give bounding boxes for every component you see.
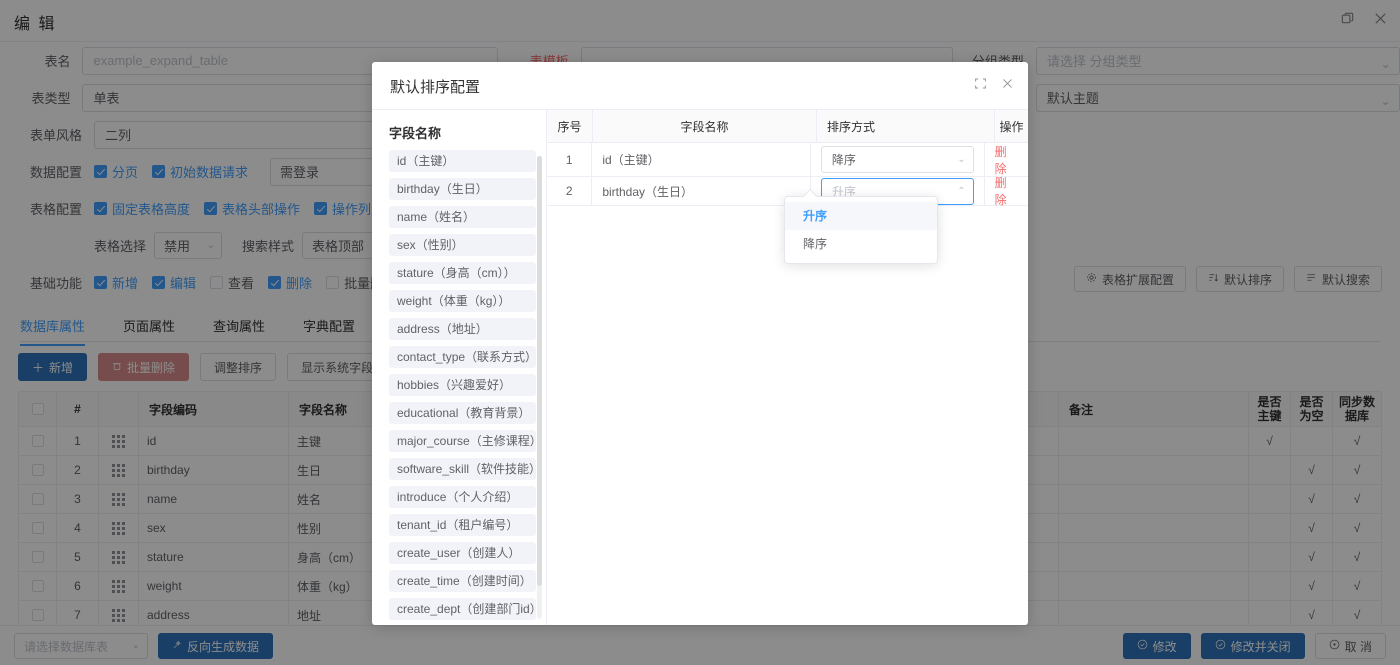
- delete-row-link-1[interactable]: 删除: [995, 143, 1018, 177]
- sort-row-field: id（主键）: [592, 143, 811, 176]
- field-list-item[interactable]: sex（性别）: [389, 234, 536, 256]
- field-list-item[interactable]: birthday（生日）: [389, 178, 536, 200]
- sort-header-field: 字段名称: [593, 110, 817, 142]
- field-list-item[interactable]: educational（教育背景）: [389, 402, 536, 424]
- dropdown-option-ascending[interactable]: 升序: [785, 202, 937, 230]
- delete-row-link-2[interactable]: 删除: [995, 174, 1018, 208]
- sort-table-header: 序号 字段名称 排序方式 操作: [547, 110, 1028, 143]
- sort-method-dropdown: 升序 降序: [784, 196, 938, 264]
- field-list-item[interactable]: weight（体重（kg））: [389, 290, 536, 312]
- field-list-item[interactable]: name（姓名）: [389, 206, 536, 228]
- field-list-item[interactable]: id（主键）: [389, 150, 536, 172]
- field-list[interactable]: id（主键） birthday（生日） name（姓名） sex（性别） stature…: [372, 150, 546, 625]
- dialog-body: 字段名称 id（主键）birthday（生日）name（姓名）sex（性别）st…: [372, 109, 1028, 625]
- scrollbar-thumb[interactable]: [537, 156, 542, 586]
- field-list-item[interactable]: introduce（个人介绍）: [389, 486, 536, 508]
- field-list-item[interactable]: stature（身高（cm））: [389, 262, 536, 284]
- field-list-item[interactable]: create_time（创建时间）: [389, 570, 536, 592]
- field-list-item[interactable]: software_skill（软件技能）: [389, 458, 536, 480]
- sort-row-action-cell: 删除: [985, 177, 1028, 205]
- sort-method-value: 降序: [832, 151, 856, 168]
- close-icon[interactable]: [1001, 77, 1014, 90]
- field-list-item[interactable]: tenant_id（租户编号）: [389, 514, 536, 536]
- field-name-panel-heading: 字段名称: [372, 110, 546, 150]
- field-list-item[interactable]: hobbies（兴趣爱好）: [389, 374, 536, 396]
- sort-header-action: 操作: [995, 110, 1028, 142]
- field-list-item[interactable]: address（地址）: [389, 318, 536, 340]
- sort-row-method-cell: 降序 ⌄: [811, 143, 985, 176]
- field-list-item[interactable]: major_course（主修课程）: [389, 430, 536, 452]
- fullscreen-icon[interactable]: [974, 77, 987, 90]
- dialog-header: 默认排序配置: [372, 62, 1028, 109]
- dialog-title: 默认排序配置: [390, 76, 480, 97]
- sort-table: 序号 字段名称 排序方式 操作 1 id（主键） 降序 ⌄: [547, 110, 1028, 206]
- sort-table-row: 1 id（主键） 降序 ⌄ 删除: [547, 143, 1028, 177]
- field-list-scrollbar[interactable]: [537, 156, 542, 619]
- field-list-item[interactable]: create_dept（创建部门id）: [389, 598, 536, 620]
- sort-row-no: 2: [547, 177, 592, 205]
- field-list-item[interactable]: create_user（创建人）: [389, 542, 536, 564]
- sort-row-field: birthday（生日）: [592, 177, 811, 205]
- default-sort-config-dialog: 默认排序配置 字段名称 id（主键）birthday（生日）name（姓名）se…: [372, 62, 1028, 625]
- sort-row-action-cell: 删除: [985, 143, 1028, 176]
- field-list-item[interactable]: contact_type（联系方式）: [389, 346, 536, 368]
- sort-header-method: 排序方式: [817, 110, 995, 142]
- sort-method-select-1[interactable]: 降序 ⌄: [821, 146, 974, 173]
- chevron-down-icon: ⌄: [957, 154, 965, 165]
- sort-row-no: 1: [547, 143, 592, 176]
- chevron-up-icon: ⌃: [957, 186, 965, 197]
- dropdown-option-descending[interactable]: 降序: [785, 230, 937, 258]
- sort-table-panel: 序号 字段名称 排序方式 操作 1 id（主键） 降序 ⌄: [546, 109, 1028, 625]
- field-name-panel: 字段名称 id（主键） birthday（生日） name（姓名） sex（性别） st…: [372, 109, 546, 625]
- sort-header-no: 序号: [547, 110, 593, 142]
